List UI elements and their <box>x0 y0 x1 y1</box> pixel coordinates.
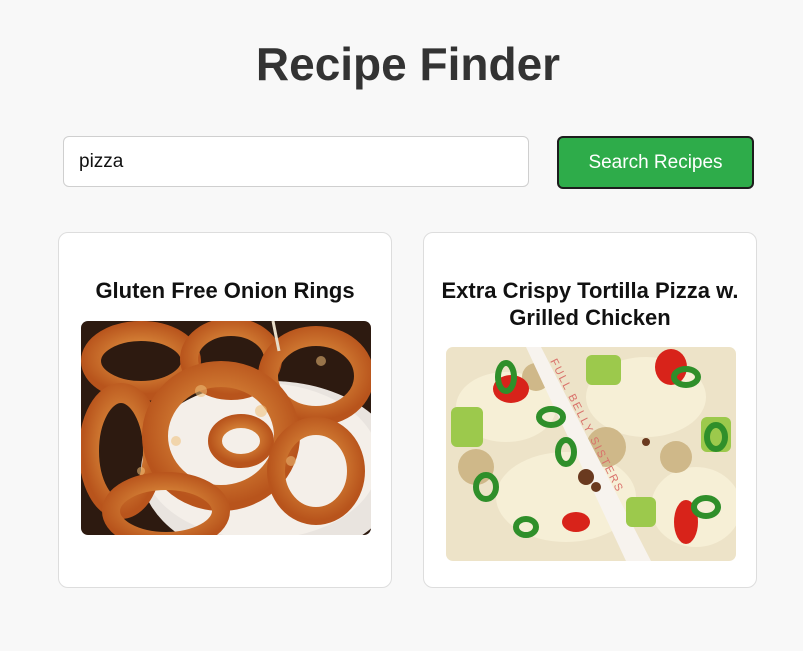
page-title: Recipe Finder <box>255 38 561 90</box>
recipe-card[interactable]: Extra Crispy Tortilla Pizza w. Grilled C… <box>423 232 757 588</box>
onion-rings-photo <box>81 321 371 535</box>
search-recipes-button[interactable]: Search Recipes <box>557 136 754 189</box>
search-input[interactable] <box>63 136 529 187</box>
recipe-title: Gluten Free Onion Rings <box>95 278 355 303</box>
recipe-title: Extra Crispy Tortilla Pizza w. Grilled C… <box>441 278 739 330</box>
recipe-card[interactable]: Gluten Free Onion Rings <box>58 232 392 588</box>
tortilla-pizza-photo: FULL BELLY SISTERS <box>446 347 736 561</box>
recipe-finder-page: Recipe Finder Search Recipes Gluten Free… <box>0 0 803 651</box>
